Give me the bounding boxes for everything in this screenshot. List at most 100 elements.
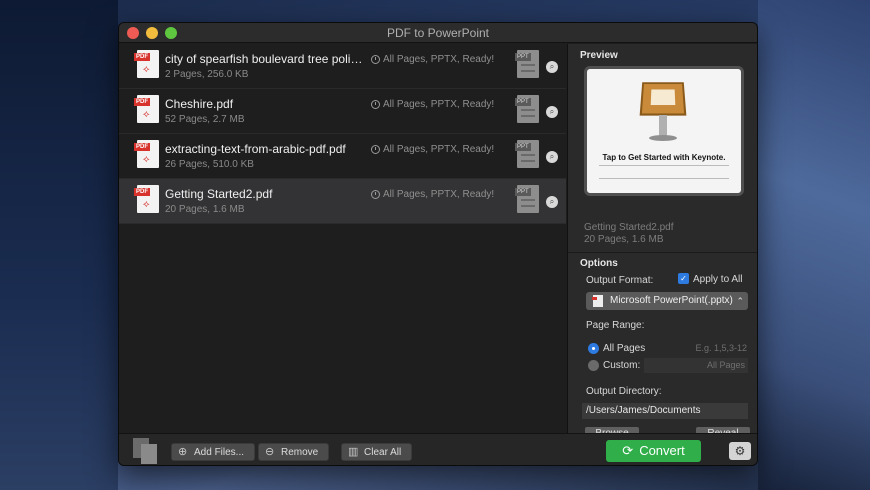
file-status: All Pages, PPTX, Ready!: [371, 144, 494, 155]
custom-label: Custom:: [603, 360, 641, 371]
file-list[interactable]: PDF ⟡ city of spearfish boulevard tree pol…: [119, 44, 566, 447]
clear-all-button[interactable]: ▥ Clear All: [341, 443, 413, 461]
ppt-output-icon: PPT: [515, 50, 539, 78]
sidebar: Preview Tap to Get Started with Keynote.…: [567, 44, 757, 441]
file-name: Getting Started2.pdf: [165, 187, 273, 201]
bottom-toolbar: ⊕ Add Files... ⊖ Remove ▥ Clear All ⟳ Con…: [119, 433, 757, 465]
all-pages-label: All Pages: [603, 343, 646, 354]
add-file-icon: ⊕: [178, 446, 188, 458]
title-bar: PDF to PowerPoint: [119, 23, 757, 43]
custom-range-input[interactable]: All Pages: [644, 358, 748, 373]
pdf-tag: PDF: [134, 188, 150, 196]
file-row[interactable]: PDF ⟡ city of spearfish boulevard tree pol…: [119, 44, 566, 89]
acrobat-icon: ⟡: [143, 109, 150, 120]
app-window: PDF to PowerPoint PDF ⟡ city of spearfish …: [118, 22, 758, 466]
file-meta: 52 Pages, 2.7 MB: [165, 114, 245, 125]
ppt-file-icon: [592, 295, 603, 307]
file-status-text: All Pages, PPTX, Ready!: [383, 144, 495, 155]
file-row[interactable]: PDF ⟡ Cheshire.pdf 52 Pages, 2.7 MB All Page…: [119, 89, 566, 134]
pdf-file-icon: PDF ⟡: [134, 140, 159, 168]
acrobat-icon: ⟡: [143, 64, 150, 75]
close-button[interactable]: [127, 27, 139, 39]
output-directory-field[interactable]: /Users/James/Documents: [582, 403, 748, 419]
ppt-lines: [521, 109, 535, 117]
file-status: All Pages, PPTX, Ready!: [371, 99, 494, 110]
file-status: All Pages, PPTX, Ready!: [371, 54, 494, 65]
remove-label: Remove: [281, 447, 319, 458]
pdf-file-icon: PDF ⟡: [134, 95, 159, 123]
magnifier-icon[interactable]: ⌕: [546, 196, 558, 208]
gear-icon: ⚙: [734, 444, 746, 458]
ppt-tag: PPT: [515, 143, 531, 151]
page-range-label: Page Range:: [586, 320, 645, 331]
format-select[interactable]: Microsoft PowerPoint(.pptx) ⌃: [586, 292, 748, 310]
sidebar-divider: [568, 252, 757, 253]
file-name: extracting-text-from-arabic-pdf.pdf: [165, 142, 346, 156]
clock-icon: [371, 145, 380, 154]
preview-body-lines: [599, 165, 729, 179]
settings-button[interactable]: ⚙: [729, 442, 751, 460]
acrobat-icon: ⟡: [143, 199, 150, 210]
zoom-button[interactable]: [165, 27, 177, 39]
preview-file-name: Getting Started2.pdf: [584, 222, 674, 233]
minimize-button[interactable]: [146, 27, 158, 39]
magnifier-icon[interactable]: ⌕: [546, 151, 558, 163]
remove-button[interactable]: ⊖ Remove: [258, 443, 330, 461]
convert-button[interactable]: ⟳ Convert: [606, 440, 701, 462]
ppt-lines: [521, 64, 535, 72]
ppt-lines: [521, 199, 535, 207]
clock-icon: [371, 100, 380, 109]
doc-front-icon: [141, 444, 157, 464]
ppt-output-icon: PPT: [515, 140, 539, 168]
clear-all-label: Clear All: [364, 447, 402, 458]
output-format-label: Output Format:: [586, 275, 654, 286]
refresh-icon: ⟳: [622, 443, 634, 458]
options-title: Options: [580, 258, 618, 269]
apply-all-checkbox[interactable]: ✓: [678, 273, 689, 284]
all-pages-radio[interactable]: [588, 343, 599, 354]
acrobat-icon: ⟡: [143, 154, 150, 165]
preview-thumbnail: Tap to Get Started with Keynote.: [584, 66, 744, 196]
convert-label: Convert: [639, 443, 685, 458]
file-status-text: All Pages, PPTX, Ready!: [383, 54, 495, 65]
pdf-file-icon: PDF ⟡: [134, 50, 159, 78]
pdf-file-icon: PDF ⟡: [134, 185, 159, 213]
preview-caption: Tap to Get Started with Keynote.: [602, 153, 726, 162]
keynote-stand-icon: [659, 115, 667, 137]
desktop-wallpaper-left: [0, 0, 118, 490]
ppt-tag: PPT: [515, 98, 531, 106]
magnifier-icon[interactable]: ⌕: [546, 61, 558, 73]
keynote-base-icon: [649, 135, 677, 141]
file-meta: 26 Pages, 510.0 KB: [165, 159, 254, 170]
file-row[interactable]: PDF ⟡ Getting Started2.pdf 20 Pages, 1.6 MB…: [119, 179, 566, 224]
add-files-label: Add Files...: [194, 447, 245, 458]
magnifier-icon[interactable]: ⌕: [546, 106, 558, 118]
clock-icon: [371, 55, 380, 64]
window-controls: [127, 27, 177, 39]
ppt-output-icon: PPT: [515, 185, 539, 213]
remove-file-icon: ⊖: [265, 446, 275, 458]
file-row[interactable]: PDF ⟡ extracting-text-from-arabic-pdf.pdf 2…: [119, 134, 566, 179]
pdf-tag: PDF: [134, 143, 150, 151]
add-files-button[interactable]: ⊕ Add Files...: [171, 443, 256, 461]
ppt-tag: PPT: [515, 188, 531, 196]
format-select-value: Microsoft PowerPoint(.pptx): [610, 295, 733, 306]
app-documents-icon: [131, 438, 159, 464]
ppt-output-icon: PPT: [515, 95, 539, 123]
window-title: PDF to PowerPoint: [386, 26, 490, 40]
pdf-tag: PDF: [134, 53, 150, 61]
output-directory-label: Output Directory:: [586, 386, 662, 397]
desktop-wallpaper-right: [758, 0, 870, 490]
preview-title: Preview: [580, 50, 618, 61]
chevron-updown-icon: ⌃: [736, 296, 744, 306]
preview-file-meta: 20 Pages, 1.6 MB: [584, 234, 664, 245]
page-range-hint: E.g. 1,5,3-12: [695, 343, 747, 353]
file-name: city of spearfish boulevard tree polic..…: [165, 52, 365, 66]
custom-radio[interactable]: [588, 360, 599, 371]
file-name: Cheshire.pdf: [165, 97, 234, 111]
ppt-lines: [521, 154, 535, 162]
file-status-text: All Pages, PPTX, Ready!: [383, 99, 495, 110]
file-status: All Pages, PPTX, Ready!: [371, 189, 494, 200]
keynote-podium-icon: [639, 82, 687, 116]
file-meta: 2 Pages, 256.0 KB: [165, 69, 249, 80]
